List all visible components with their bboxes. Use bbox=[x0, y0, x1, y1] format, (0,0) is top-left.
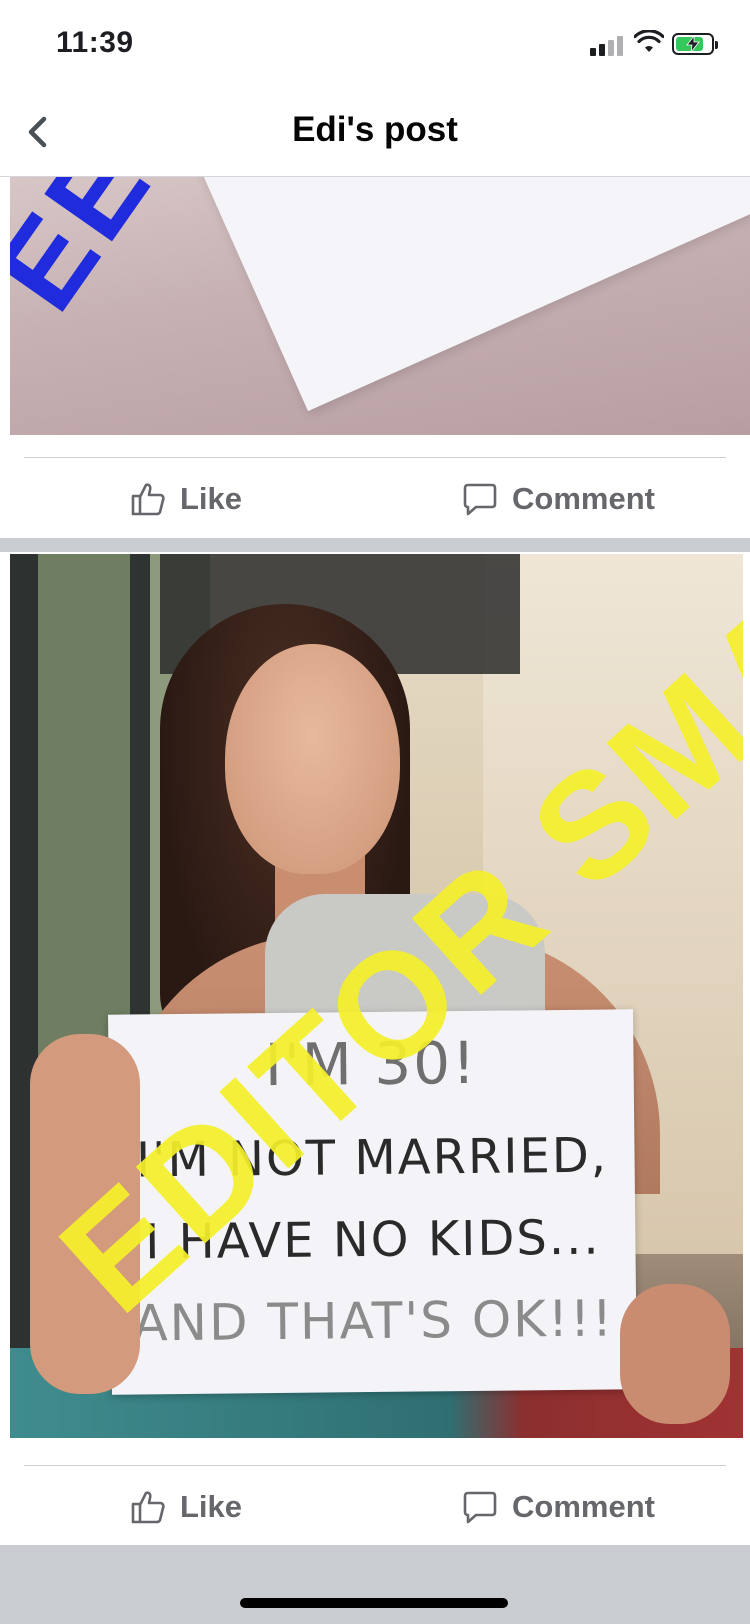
wifi-icon bbox=[634, 30, 664, 52]
bottom-area bbox=[0, 1545, 750, 1624]
speech-bubble-icon bbox=[463, 483, 497, 516]
charging-bolt-icon bbox=[686, 36, 700, 52]
post-header: Edi's post bbox=[0, 88, 750, 177]
speech-bubble-icon bbox=[463, 1491, 497, 1524]
cellular-signal-icon bbox=[590, 34, 626, 56]
like-label: Like bbox=[180, 1489, 243, 1524]
battery-icon bbox=[672, 33, 718, 55]
post-photo[interactable]: I'M 30! I'M NOT MARRIED, I HAVE NO KIDS.… bbox=[10, 554, 743, 1438]
status-time: 11:39 bbox=[56, 26, 134, 59]
divider bbox=[24, 1465, 726, 1466]
like-button[interactable]: Like bbox=[130, 471, 242, 527]
post-separator bbox=[0, 538, 750, 552]
comment-label: Comment bbox=[512, 1489, 655, 1524]
post-actions: Like Comment bbox=[0, 1465, 750, 1549]
home-indicator[interactable] bbox=[240, 1598, 508, 1608]
comment-button[interactable]: Comment bbox=[462, 1479, 655, 1535]
thumbs-up-icon bbox=[131, 483, 165, 516]
like-button[interactable]: Like bbox=[130, 1479, 242, 1535]
watermark-fragment: EE bbox=[10, 177, 179, 334]
post-photo[interactable]: EE bbox=[10, 177, 750, 435]
thumbs-up-icon bbox=[131, 1491, 165, 1524]
comment-label: Comment bbox=[512, 481, 655, 516]
like-label: Like bbox=[180, 481, 243, 516]
divider bbox=[24, 457, 726, 458]
person-face bbox=[225, 644, 400, 874]
post-actions: Like Comment bbox=[0, 457, 750, 541]
page-title: Edi's post bbox=[292, 110, 458, 149]
comment-button[interactable]: Comment bbox=[462, 471, 655, 527]
status-bar: 11:39 bbox=[0, 0, 750, 88]
person-hand-right bbox=[620, 1284, 730, 1424]
paper-sign bbox=[186, 177, 750, 412]
